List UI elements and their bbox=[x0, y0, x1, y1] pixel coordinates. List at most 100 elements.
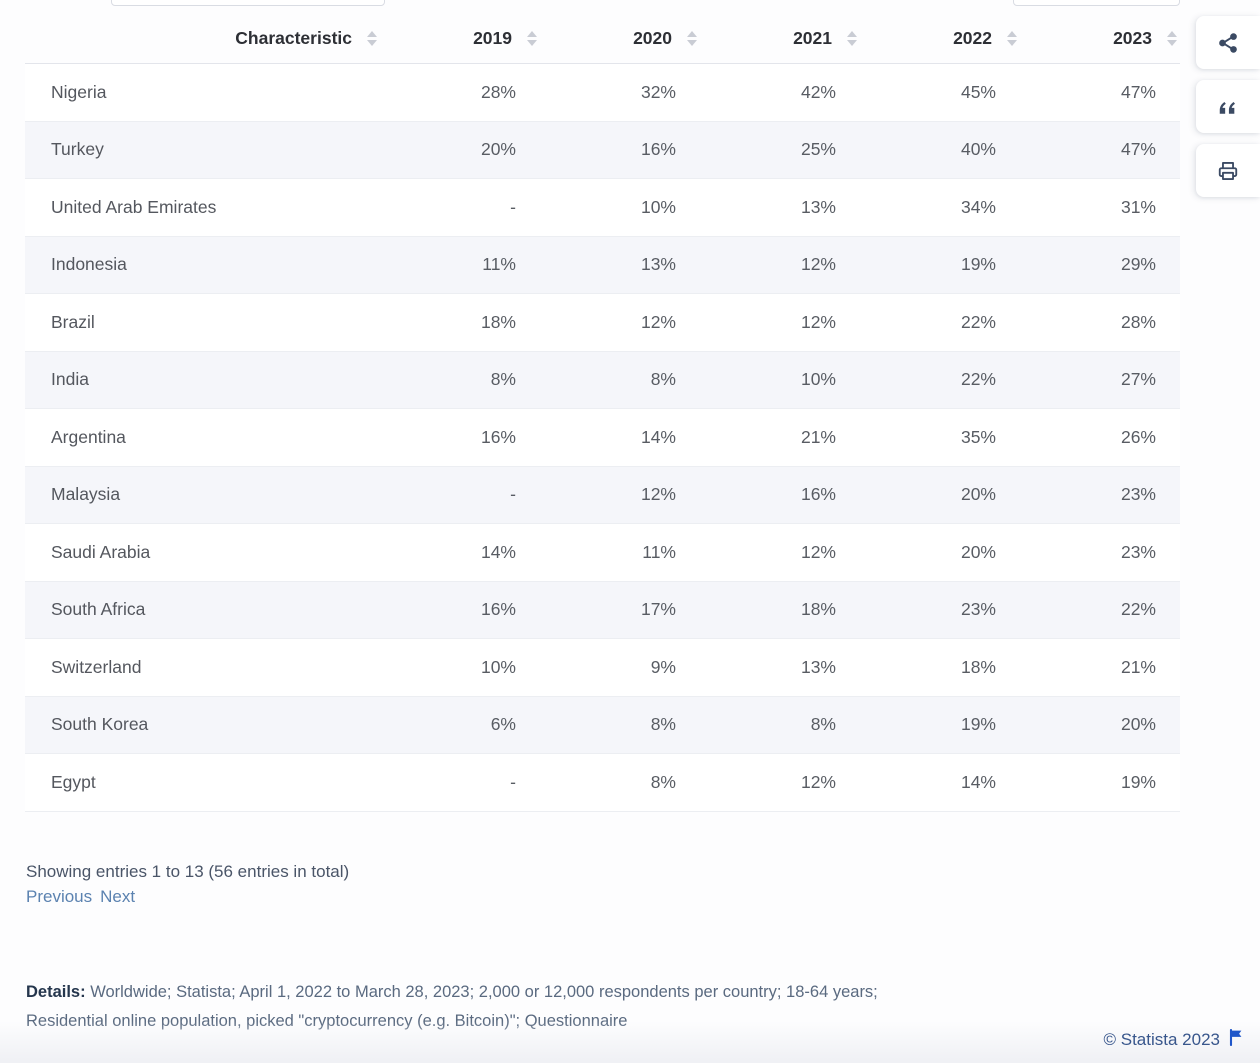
column-header-2019[interactable]: 2019 bbox=[380, 28, 540, 64]
entries-summary: Showing entries 1 to 13 (56 entries in t… bbox=[26, 860, 349, 883]
row-value-2020: 13% bbox=[540, 236, 700, 294]
row-characteristic: Nigeria bbox=[25, 64, 380, 122]
row-value-2021: 16% bbox=[700, 466, 860, 524]
details-label: Details: bbox=[26, 983, 86, 1001]
row-value-2020: 11% bbox=[540, 524, 700, 582]
row-value-2023: 31% bbox=[1020, 179, 1180, 237]
print-icon bbox=[1217, 160, 1239, 182]
row-value-2022: 18% bbox=[860, 639, 1020, 697]
table-row: India8%8%10%22%27% bbox=[25, 351, 1180, 409]
column-header-label: 2021 bbox=[793, 28, 832, 49]
table-row: Turkey20%16%25%40%47% bbox=[25, 121, 1180, 179]
row-value-2022: 40% bbox=[860, 121, 1020, 179]
share-button[interactable] bbox=[1196, 16, 1260, 69]
row-value-2019: 8% bbox=[380, 351, 540, 409]
table-row: Egypt-8%12%14%19% bbox=[25, 754, 1180, 812]
row-characteristic: Malaysia bbox=[25, 466, 380, 524]
sort-toggle-icon[interactable] bbox=[526, 31, 538, 46]
row-value-2019: 11% bbox=[380, 236, 540, 294]
column-header-2020[interactable]: 2020 bbox=[540, 28, 700, 64]
row-value-2020: 12% bbox=[540, 466, 700, 524]
sort-toggle-icon[interactable] bbox=[846, 31, 858, 46]
row-value-2019: 20% bbox=[380, 121, 540, 179]
row-characteristic: Turkey bbox=[25, 121, 380, 179]
row-characteristic: Brazil bbox=[25, 294, 380, 352]
row-value-2020: 8% bbox=[540, 754, 700, 812]
row-value-2022: 19% bbox=[860, 696, 1020, 754]
row-characteristic: Indonesia bbox=[25, 236, 380, 294]
row-value-2023: 28% bbox=[1020, 294, 1180, 352]
row-value-2021: 21% bbox=[700, 409, 860, 467]
row-value-2022: 20% bbox=[860, 466, 1020, 524]
share-icon bbox=[1217, 32, 1239, 54]
sort-toggle-icon[interactable] bbox=[366, 31, 378, 46]
row-value-2023: 47% bbox=[1020, 64, 1180, 122]
print-button[interactable] bbox=[1196, 144, 1260, 197]
row-value-2023: 23% bbox=[1020, 524, 1180, 582]
row-characteristic: India bbox=[25, 351, 380, 409]
row-value-2019: 10% bbox=[380, 639, 540, 697]
row-value-2020: 14% bbox=[540, 409, 700, 467]
row-value-2022: 23% bbox=[860, 581, 1020, 639]
table-row: Malaysia-12%16%20%23% bbox=[25, 466, 1180, 524]
sort-toggle-icon[interactable] bbox=[1006, 31, 1018, 46]
details-body: Worldwide; Statista; April 1, 2022 to Ma… bbox=[26, 983, 878, 1030]
row-characteristic: Switzerland bbox=[25, 639, 380, 697]
table-row: Switzerland10%9%13%18%21% bbox=[25, 639, 1180, 697]
row-value-2020: 8% bbox=[540, 696, 700, 754]
column-header-label: 2023 bbox=[1113, 28, 1152, 49]
column-header-characteristic[interactable]: Characteristic bbox=[25, 28, 380, 64]
column-header-2021[interactable]: 2021 bbox=[700, 28, 860, 64]
row-value-2022: 19% bbox=[860, 236, 1020, 294]
statistics-table-container: Characteristic 2019 bbox=[25, 28, 1180, 812]
row-value-2021: 8% bbox=[700, 696, 860, 754]
column-header-label: 2022 bbox=[953, 28, 992, 49]
row-value-2023: 19% bbox=[1020, 754, 1180, 812]
row-characteristic: South Korea bbox=[25, 696, 380, 754]
row-value-2021: 42% bbox=[700, 64, 860, 122]
row-value-2021: 18% bbox=[700, 581, 860, 639]
row-value-2021: 13% bbox=[700, 179, 860, 237]
column-header-label: Characteristic bbox=[235, 28, 352, 49]
row-value-2019: 6% bbox=[380, 696, 540, 754]
row-value-2020: 16% bbox=[540, 121, 700, 179]
table-row: Nigeria28%32%42%45%47% bbox=[25, 64, 1180, 122]
column-header-2022[interactable]: 2022 bbox=[860, 28, 1020, 64]
row-value-2021: 12% bbox=[700, 754, 860, 812]
row-characteristic: United Arab Emirates bbox=[25, 179, 380, 237]
row-value-2023: 20% bbox=[1020, 696, 1180, 754]
page-root: Characteristic 2019 bbox=[0, 0, 1260, 1063]
cite-button[interactable] bbox=[1196, 80, 1260, 133]
row-value-2019: 14% bbox=[380, 524, 540, 582]
row-value-2023: 26% bbox=[1020, 409, 1180, 467]
next-page-link[interactable]: Next bbox=[100, 887, 135, 906]
entries-per-page-select[interactable] bbox=[111, 0, 385, 6]
row-value-2023: 47% bbox=[1020, 121, 1180, 179]
table-header-row: Characteristic 2019 bbox=[25, 28, 1180, 64]
table-row: Indonesia11%13%12%19%29% bbox=[25, 236, 1180, 294]
sort-toggle-icon[interactable] bbox=[686, 31, 698, 46]
column-header-label: 2019 bbox=[473, 28, 512, 49]
quote-icon bbox=[1217, 97, 1239, 117]
search-input[interactable] bbox=[1013, 0, 1180, 6]
action-rail bbox=[1196, 16, 1260, 197]
column-header-label: 2020 bbox=[633, 28, 672, 49]
table-row: South Korea6%8%8%19%20% bbox=[25, 696, 1180, 754]
statistics-table: Characteristic 2019 bbox=[25, 28, 1180, 812]
column-header-2023[interactable]: 2023 bbox=[1020, 28, 1180, 64]
row-value-2020: 12% bbox=[540, 294, 700, 352]
row-value-2020: 9% bbox=[540, 639, 700, 697]
row-characteristic: Egypt bbox=[25, 754, 380, 812]
row-value-2021: 12% bbox=[700, 236, 860, 294]
row-value-2020: 10% bbox=[540, 179, 700, 237]
sort-toggle-icon[interactable] bbox=[1166, 31, 1178, 46]
row-value-2019: - bbox=[380, 466, 540, 524]
row-value-2019: 28% bbox=[380, 64, 540, 122]
row-value-2022: 34% bbox=[860, 179, 1020, 237]
pager-links: Previous Next bbox=[26, 885, 349, 908]
previous-page-link[interactable]: Previous bbox=[26, 887, 92, 906]
row-value-2022: 14% bbox=[860, 754, 1020, 812]
row-value-2022: 22% bbox=[860, 294, 1020, 352]
row-value-2021: 13% bbox=[700, 639, 860, 697]
table-body: Nigeria28%32%42%45%47%Turkey20%16%25%40%… bbox=[25, 64, 1180, 812]
